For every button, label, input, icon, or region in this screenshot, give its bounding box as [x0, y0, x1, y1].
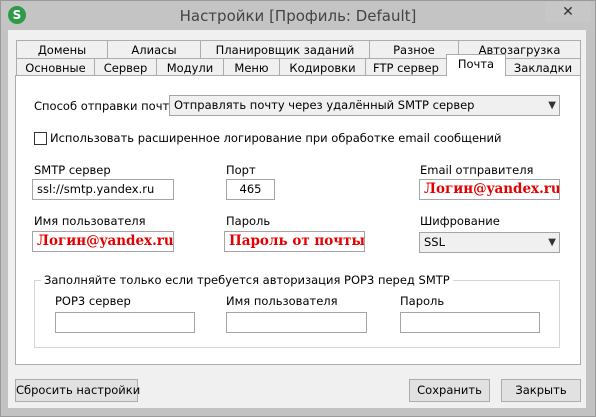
password-input[interactable]: Пароль от почты	[224, 231, 365, 252]
smtp-server-input[interactable]: ssl://smtp.yandex.ru	[32, 179, 174, 200]
smtp-server-label: SMTP сервер	[34, 163, 111, 177]
chevron-down-icon: ▼	[548, 237, 556, 248]
app-icon: S	[8, 6, 26, 24]
tab-domains[interactable]: Домены	[16, 40, 108, 60]
pop3-password-input[interactable]	[400, 312, 540, 333]
send-method-select[interactable]: Отправлять почту через удалённый SMTP се…	[169, 95, 560, 116]
tab-scheduler[interactable]: Планировщик заданий	[200, 40, 370, 60]
tab-aliases[interactable]: Алиасы	[107, 40, 201, 60]
extended-logging-checkbox[interactable]	[34, 132, 47, 145]
username-input[interactable]: Логин@yandex.ru	[32, 231, 174, 252]
window-close-button[interactable]: ✕	[545, 2, 591, 22]
pop3-password-label: Пароль	[400, 294, 445, 308]
pop3-username-label: Имя пользователя	[226, 294, 338, 308]
chevron-down-icon: ▼	[548, 100, 556, 111]
sender-email-input[interactable]: Логин@yandex.ru	[419, 179, 560, 200]
send-method-value: Отправлять почту через удалённый SMTP се…	[174, 98, 475, 112]
reset-settings-button[interactable]: Сбросить настройки	[15, 379, 140, 402]
password-label: Пароль	[226, 214, 271, 228]
close-button[interactable]: Закрыть	[501, 379, 581, 402]
port-input[interactable]: 465	[226, 179, 275, 200]
username-label: Имя пользователя	[34, 214, 146, 228]
pop3-server-label: POP3 сервер	[55, 294, 131, 308]
pop3-server-input[interactable]	[55, 312, 195, 333]
encryption-select[interactable]: SSL ▼	[419, 232, 560, 253]
port-label: Порт	[226, 163, 256, 177]
sender-email-label: Email отправителя	[420, 163, 534, 177]
save-button[interactable]: Сохранить	[409, 379, 490, 402]
encryption-label: Шифрование	[420, 214, 500, 228]
window-title: Настройки [Профиль: Default]	[179, 7, 417, 25]
tab-mail[interactable]: Почта	[446, 54, 506, 76]
extended-logging-label: Использовать расширенное логирование при…	[50, 131, 502, 145]
pop3-username-input[interactable]	[226, 312, 367, 333]
title-bar[interactable]: Настройки [Профиль: Default] S ✕	[1, 1, 595, 31]
send-method-label: Способ отправки почты:	[34, 99, 183, 113]
encryption-value: SSL	[424, 235, 446, 249]
pop3-group-legend: Заполняйте только если требуется авториз…	[41, 273, 453, 287]
